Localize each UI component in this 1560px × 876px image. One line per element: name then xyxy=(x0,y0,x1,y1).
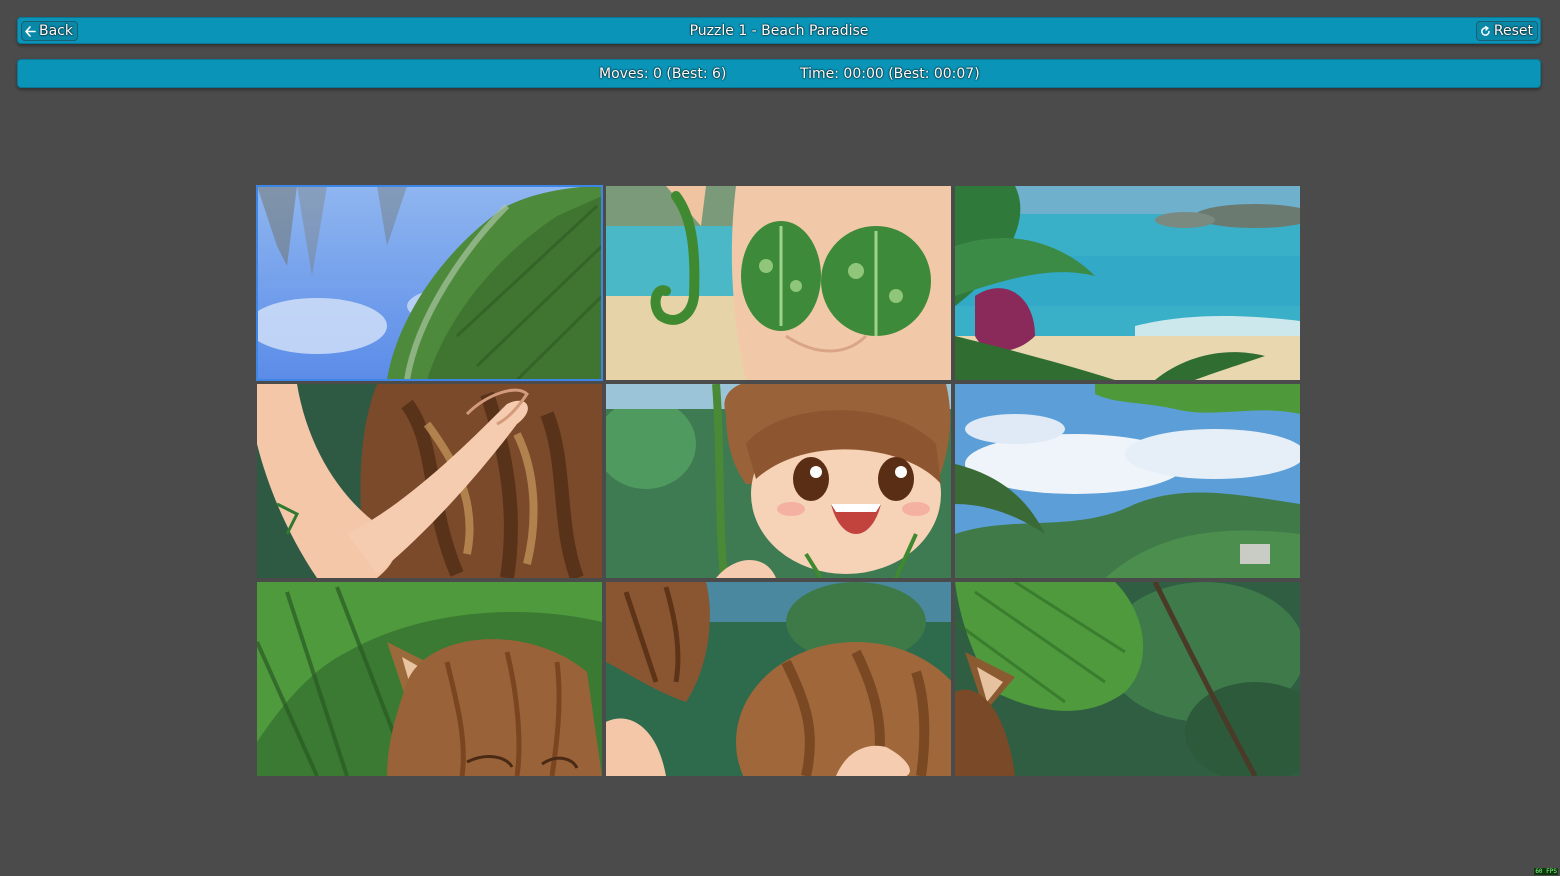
moves-counter: Moves: 0 (Best: 6) xyxy=(599,66,727,82)
reset-button-label: Reset xyxy=(1493,23,1533,39)
refresh-icon xyxy=(1480,25,1491,37)
time-counter: Time: 00:00 (Best: 00:07) xyxy=(800,66,980,82)
fps-counter: 60 FPS xyxy=(1534,868,1558,875)
puzzle-tile-9[interactable] xyxy=(955,582,1300,776)
puzzle-tile-4[interactable] xyxy=(257,384,602,578)
top-toolbar: Back Puzzle 1 - Beach Paradise Reset xyxy=(17,17,1541,44)
puzzle-tile-5[interactable] xyxy=(606,384,951,578)
puzzle-tile-1[interactable] xyxy=(256,185,603,381)
puzzle-board xyxy=(256,185,1301,776)
puzzle-tile-3[interactable] xyxy=(955,186,1300,380)
puzzle-tile-6[interactable] xyxy=(955,384,1300,578)
puzzle-tile-8[interactable] xyxy=(606,582,951,776)
puzzle-title: Puzzle 1 - Beach Paradise xyxy=(689,23,869,39)
reset-button[interactable]: Reset xyxy=(1475,21,1538,41)
stats-bar: Moves: 0 (Best: 6) Time: 00:00 (Best: 00… xyxy=(17,59,1541,88)
puzzle-tile-7[interactable] xyxy=(257,582,602,776)
puzzle-tile-2[interactable] xyxy=(606,186,951,380)
